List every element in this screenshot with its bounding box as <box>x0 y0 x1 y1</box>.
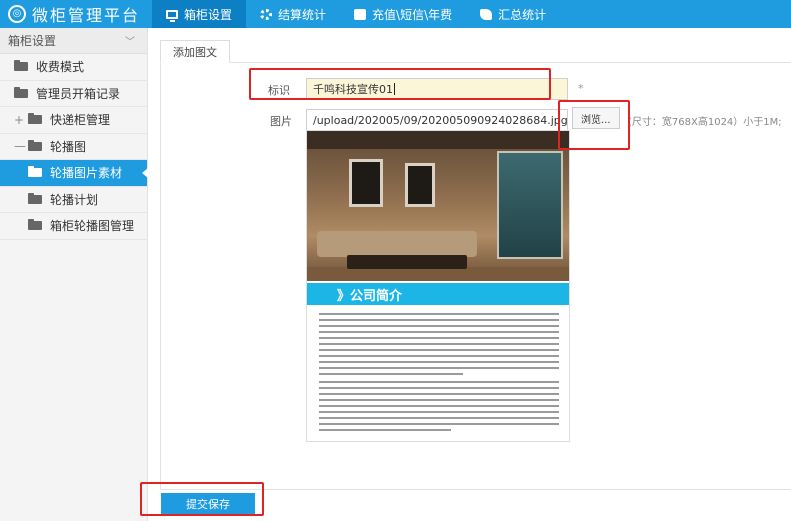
title-input[interactable]: 千鸣科技宣传01 <box>306 78 568 100</box>
folder-icon <box>14 60 28 72</box>
wall-art <box>405 163 435 207</box>
logo-icon: ◎ <box>8 5 26 23</box>
folder-icon <box>28 139 42 151</box>
text-cursor <box>394 83 395 95</box>
top-bar: ◎ 微柜管理平台 箱柜设置 结算统计 充值\短信\年费 汇总统计 <box>0 0 791 28</box>
wall-art <box>349 159 383 207</box>
cash-icon <box>354 8 367 20</box>
nav-cabinet-settings[interactable]: 箱柜设置 <box>152 0 247 28</box>
size-hint: (尺寸：宽768X高1024）小于1M; <box>628 117 782 128</box>
image-path-input[interactable]: /upload/202005/09/202005090924028684.jpg <box>306 109 568 131</box>
chevron-down-icon: ﹀ <box>125 37 135 48</box>
expand-icon: + <box>14 112 25 127</box>
collapse-icon: — <box>14 139 26 154</box>
required-mark: * <box>578 82 584 95</box>
folder-icon <box>28 192 42 204</box>
title-label: 标识 <box>268 84 290 97</box>
coffee-table <box>347 255 467 269</box>
nav-recharge[interactable]: 充值\短信\年费 <box>340 0 466 28</box>
sofa <box>317 231 477 257</box>
brand: ◎ 微柜管理平台 <box>0 0 150 28</box>
sidebar-item-carousel[interactable]: — 轮播图 <box>0 134 147 160</box>
sidebar-item-admin-open-log[interactable]: 管理员开箱记录 <box>0 81 147 107</box>
sidebar-header[interactable]: 箱柜设置 ﹀ <box>0 28 147 54</box>
glass-door <box>497 151 563 259</box>
folder-icon <box>28 219 42 231</box>
folder-icon <box>28 166 42 178</box>
puzzle-icon <box>480 8 493 20</box>
app-title: 微柜管理平台 <box>32 6 141 25</box>
sidebar-item-charge-mode[interactable]: 收费模式 <box>0 54 147 81</box>
sidebar-item-cabinet-carousel-management[interactable]: 箱柜轮播图管理 <box>0 213 147 240</box>
monitor-icon <box>166 9 178 22</box>
preview-text-block <box>319 381 559 435</box>
sidebar: 箱柜设置 ﹀ 收费模式 管理员开箱记录 + 快递柜管理 — 轮播图 轮播图片素材… <box>0 28 148 521</box>
preview-text-block <box>319 313 559 379</box>
browse-button[interactable]: 浏览... <box>572 107 620 129</box>
sidebar-item-carousel-plan[interactable]: 轮播计划 <box>0 187 147 213</box>
folder-icon <box>28 113 42 125</box>
gear-icon <box>260 8 273 20</box>
company-intro-banner: 》公司简介 <box>307 283 569 305</box>
folder-icon <box>14 86 28 98</box>
submit-save-button[interactable]: 提交保存 <box>161 493 255 515</box>
nav-summary-stats[interactable]: 汇总统计 <box>466 0 560 28</box>
sidebar-item-locker-management[interactable]: + 快递柜管理 <box>0 107 147 134</box>
nav-settlement-stats[interactable]: 结算统计 <box>246 0 340 28</box>
top-nav: 箱柜设置 结算统计 充值\短信\年费 汇总统计 <box>152 0 560 28</box>
tab-add-content[interactable]: 添加图文 <box>160 40 230 63</box>
showroom-photo <box>307 131 569 281</box>
image-preview: 》公司简介 <box>306 130 570 442</box>
image-label: 图片 <box>270 115 292 128</box>
sidebar-item-carousel-assets[interactable]: 轮播图片素材 <box>0 160 148 187</box>
